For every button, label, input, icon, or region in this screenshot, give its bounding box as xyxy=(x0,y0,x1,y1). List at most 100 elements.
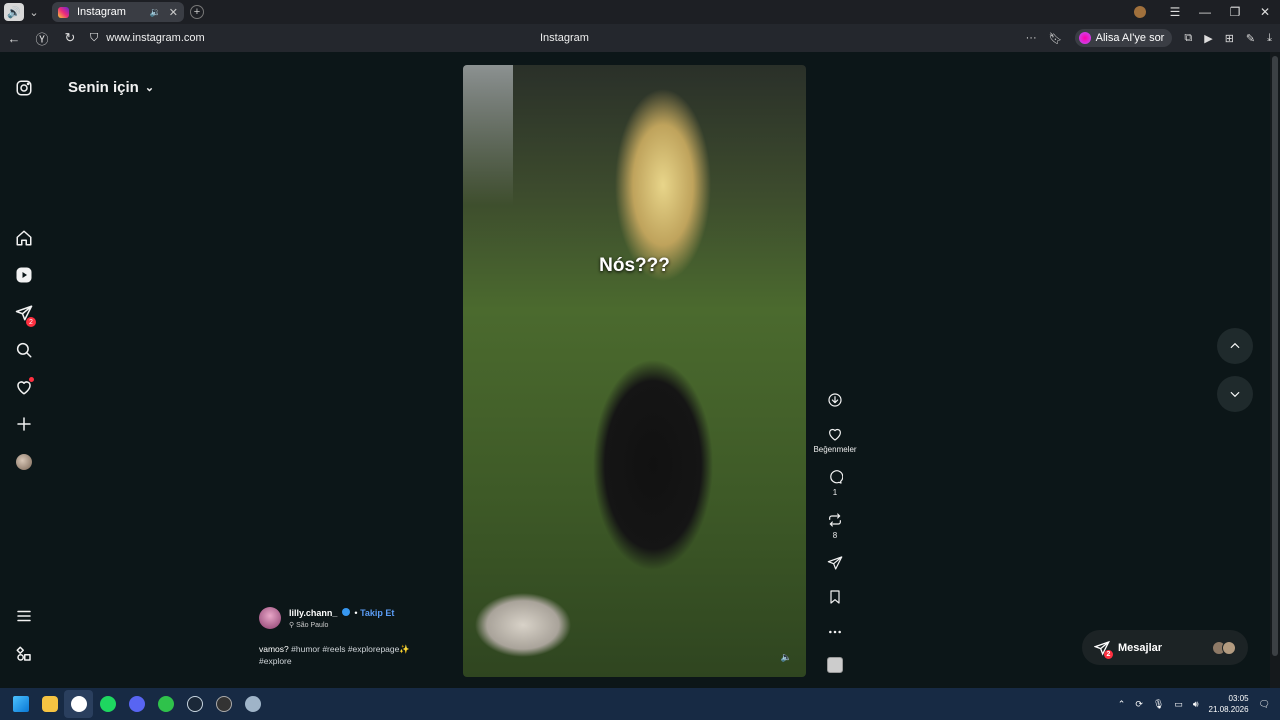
browser-menu-icon[interactable]: ☰ xyxy=(1160,5,1190,19)
site-info-icon[interactable]: ⛉ xyxy=(90,32,98,45)
location-name: São Paulo xyxy=(296,621,329,629)
share-icon xyxy=(827,556,843,570)
restore-icon[interactable]: ❐ xyxy=(1220,5,1250,19)
follow-button[interactable]: Takip Et xyxy=(360,608,394,618)
clock-date: 21.08.2026 xyxy=(1208,705,1249,714)
notification-center-icon[interactable]: 🗨︎ xyxy=(1259,699,1270,710)
page-scrollbar[interactable] xyxy=(1270,52,1280,688)
reposts-count: 8 xyxy=(832,531,838,540)
repost-icon xyxy=(829,513,841,527)
back-icon[interactable]: ← xyxy=(0,31,28,46)
reload-icon[interactable]: ↻ xyxy=(56,30,84,46)
url-text: www.instagram.com xyxy=(106,32,205,44)
settings-icon[interactable] xyxy=(238,690,267,718)
downloads-icon[interactable]: ⤓ xyxy=(1267,32,1272,45)
network-icon[interactable]: ▭ xyxy=(1174,699,1183,710)
address-bar-actions: ··· 🔖︎ Alisa AI'ye sor ⧉ ▶ ⊞ ✎ ⤓ xyxy=(1026,24,1272,52)
share-button[interactable] xyxy=(815,555,855,571)
messages-icon[interactable]: 2 xyxy=(14,303,36,327)
collections-icon[interactable]: ⊞ xyxy=(1225,32,1234,45)
previous-reel-button[interactable] xyxy=(1217,328,1253,364)
clock[interactable]: 03:05 21.08.2026 xyxy=(1209,693,1249,715)
save-button[interactable] xyxy=(815,589,855,605)
bookmark-icon xyxy=(830,590,840,604)
bookmark-icon[interactable]: 🔖︎ xyxy=(1049,32,1063,45)
video-icon[interactable]: ▶ xyxy=(1204,32,1212,45)
app-green-icon[interactable] xyxy=(151,690,180,718)
close-tab-icon[interactable]: ✕ xyxy=(169,6,178,19)
audio-toggle-icon[interactable]: 🔊 xyxy=(4,3,24,21)
notes-icon[interactable]: ✎ xyxy=(1246,32,1255,45)
download-button[interactable] xyxy=(815,392,855,408)
tabs-dropdown-icon[interactable]: ⌄ xyxy=(24,3,44,21)
start-icon[interactable] xyxy=(6,690,35,718)
search-icon[interactable] xyxy=(14,340,34,360)
scrollbar-thumb[interactable] xyxy=(1272,56,1278,656)
more-apps-icon[interactable] xyxy=(14,644,34,664)
file-explorer-icon[interactable] xyxy=(35,690,64,718)
mute-icon[interactable]: 🔈 xyxy=(781,652,792,663)
message-avatars xyxy=(1212,640,1236,655)
new-tab-button[interactable]: + xyxy=(190,5,204,19)
profile-avatar[interactable] xyxy=(14,452,34,472)
author-avatar[interactable] xyxy=(259,607,281,629)
discord-icon[interactable] xyxy=(122,690,151,718)
reel-author: lilly.chann_ • Takip Et ⚲ São Paulo xyxy=(259,607,394,629)
likes-label: Beğenmeler xyxy=(813,445,857,454)
alisa-icon xyxy=(1078,32,1091,44)
spotify-icon[interactable] xyxy=(93,690,122,718)
minimize-icon[interactable]: — xyxy=(1190,5,1220,19)
heart-icon xyxy=(829,428,841,441)
repost-button[interactable]: 8 xyxy=(815,512,855,540)
comment-icon xyxy=(830,470,843,484)
game-launcher-icon[interactable] xyxy=(209,690,238,718)
more-options-button[interactable] xyxy=(815,624,855,640)
create-icon[interactable] xyxy=(14,414,34,434)
reel-video[interactable]: Nós??? 🔈 xyxy=(463,65,806,677)
taskbar: ⌃ ⟳ 🎙︎ ▭ 🔊︎ 03:05 21.08.2026 🗨︎ xyxy=(0,688,1280,720)
notifications-icon[interactable] xyxy=(14,377,34,397)
feed-selector-label: Senin için xyxy=(68,79,139,96)
feed-selector[interactable]: Senin için ⌄ xyxy=(68,79,154,96)
microphone-icon[interactable]: 🎙︎ xyxy=(1153,699,1164,710)
menu-icon[interactable] xyxy=(14,606,34,626)
window-controls: ☰ — ❐ ✕ xyxy=(1134,0,1280,24)
messages-count-badge: 2 xyxy=(1104,650,1113,659)
location-pin-icon: ⚲ xyxy=(289,621,295,629)
clock-time: 03:05 xyxy=(1228,694,1249,703)
audio-thumbnail xyxy=(827,657,843,673)
profile-picture xyxy=(16,454,32,470)
like-button[interactable]: Beğenmeler xyxy=(813,426,857,454)
download-icon xyxy=(828,393,842,407)
chevron-down-icon: ⌄ xyxy=(144,82,155,94)
home-icon[interactable] xyxy=(14,228,34,248)
description-text: vamos? xyxy=(259,644,289,654)
comment-button[interactable]: 1 xyxy=(815,469,855,497)
next-reel-button[interactable] xyxy=(1217,376,1253,412)
extensions-icon[interactable]: ⧉ xyxy=(1184,32,1192,45)
yandex-browser-icon[interactable] xyxy=(64,690,93,718)
steam-icon[interactable] xyxy=(180,690,209,718)
alisa-ai-button[interactable]: Alisa AI'ye sor xyxy=(1074,29,1173,47)
more-icon[interactable]: ··· xyxy=(1026,32,1037,44)
browser-tab[interactable]: Instagram 🔉 ✕ xyxy=(52,2,184,22)
audio-button[interactable] xyxy=(815,657,855,673)
system-tray: ⌃ ⟳ 🎙︎ ▭ 🔊︎ 03:05 21.08.2026 🗨︎ xyxy=(1118,688,1270,720)
reels-icon[interactable] xyxy=(14,265,34,285)
tab-audio-icon[interactable]: 🔉 xyxy=(150,7,161,18)
messages-button[interactable]: 2 Mesajlar xyxy=(1082,630,1248,665)
location[interactable]: ⚲ São Paulo xyxy=(289,621,394,629)
instagram-logo-icon[interactable] xyxy=(14,78,34,98)
author-username[interactable]: lilly.chann_ xyxy=(289,608,337,618)
url-field[interactable]: ⛉ www.instagram.com xyxy=(90,32,205,45)
tray-chevron-up-icon[interactable]: ⌃ xyxy=(1118,699,1126,710)
close-window-icon[interactable]: ✕ xyxy=(1250,5,1280,19)
volume-icon[interactable]: 🔊︎ xyxy=(1193,699,1199,710)
messages-badge: 2 xyxy=(26,317,36,327)
sync-icon[interactable]: ⟳ xyxy=(1135,699,1143,710)
yandex-icon[interactable]: Ⓨ xyxy=(28,29,56,48)
author-line: lilly.chann_ • Takip Et xyxy=(289,607,394,618)
browser-tab-bar: 🔊 ⌄ Instagram 🔉 ✕ + ☰ — ❐ ✕ xyxy=(0,0,1280,24)
page-title: Instagram xyxy=(540,32,589,44)
browser-profile-avatar[interactable] xyxy=(1134,6,1146,18)
